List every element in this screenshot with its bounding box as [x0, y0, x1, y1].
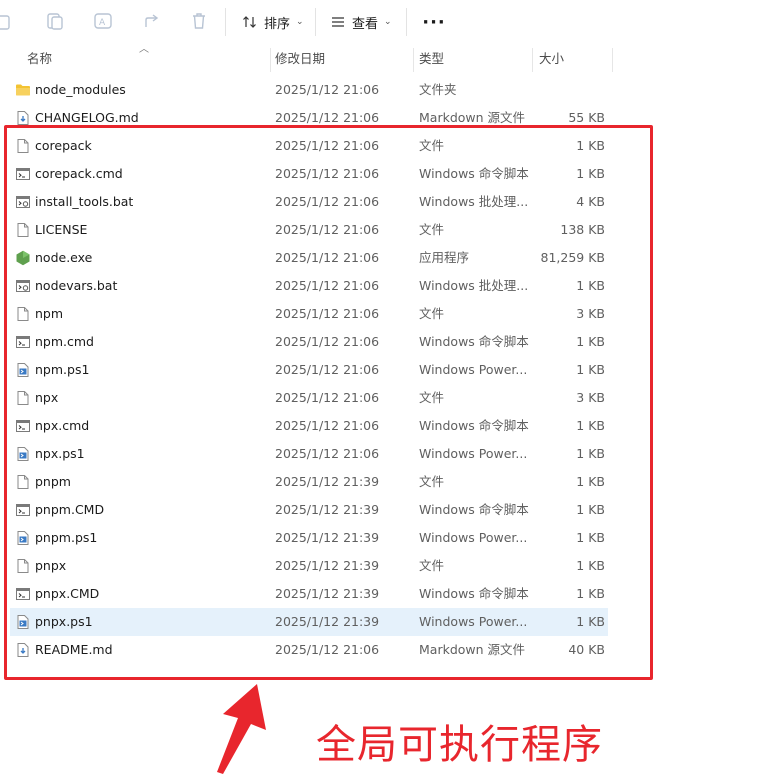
markdown-file-icon — [15, 110, 31, 126]
sort-label: 排序 — [264, 16, 291, 32]
view-label: 查看 — [352, 16, 379, 32]
column-header-name[interactable]: 名称 — [27, 44, 52, 73]
column-divider[interactable] — [532, 48, 533, 72]
column-divider[interactable] — [612, 48, 613, 72]
copy-icon[interactable] — [0, 10, 16, 32]
command-bar: A 排序 ⌄ 查看 ⌄ ··· — [0, 0, 776, 44]
view-list-icon — [332, 17, 344, 27]
chevron-down-icon: ⌄ — [296, 17, 304, 27]
sort-icon — [243, 16, 256, 28]
more-options-button[interactable]: ··· — [420, 8, 448, 36]
column-header-type[interactable]: 类型 — [419, 44, 444, 73]
sort-button[interactable]: 排序 ⌄ — [242, 8, 304, 36]
toolbar-divider — [225, 8, 226, 36]
column-header-bar: ︿ 名称 修改日期 类型 大小 — [0, 44, 776, 74]
annotation-caption: 全局可执行程序 — [316, 722, 603, 768]
file-name: node_modules — [35, 82, 126, 97]
file-date: 2025/1/12 21:06 — [275, 82, 380, 97]
annotation-arrow — [217, 684, 266, 774]
delete-icon[interactable] — [188, 10, 210, 32]
toolbar-divider — [315, 8, 316, 36]
chevron-down-icon: ⌄ — [384, 17, 392, 27]
column-divider[interactable] — [270, 48, 271, 72]
file-type: 文件夹 — [419, 82, 457, 97]
sort-ascending-icon: ︿ — [139, 44, 149, 55]
paste-icon[interactable] — [44, 10, 66, 32]
svg-text:A: A — [99, 18, 106, 28]
column-header-date[interactable]: 修改日期 — [275, 44, 325, 73]
share-icon[interactable] — [141, 10, 163, 32]
view-button[interactable]: 查看 ⌄ — [330, 8, 392, 36]
column-header-size[interactable]: 大小 — [539, 44, 564, 73]
file-row[interactable]: node_modules 2025/1/12 21:06 文件夹 — [10, 76, 608, 104]
folder-icon — [15, 82, 31, 98]
rename-icon[interactable]: A — [92, 10, 114, 32]
column-divider[interactable] — [413, 48, 414, 72]
toolbar-divider — [406, 8, 407, 36]
highlight-box — [4, 125, 653, 680]
